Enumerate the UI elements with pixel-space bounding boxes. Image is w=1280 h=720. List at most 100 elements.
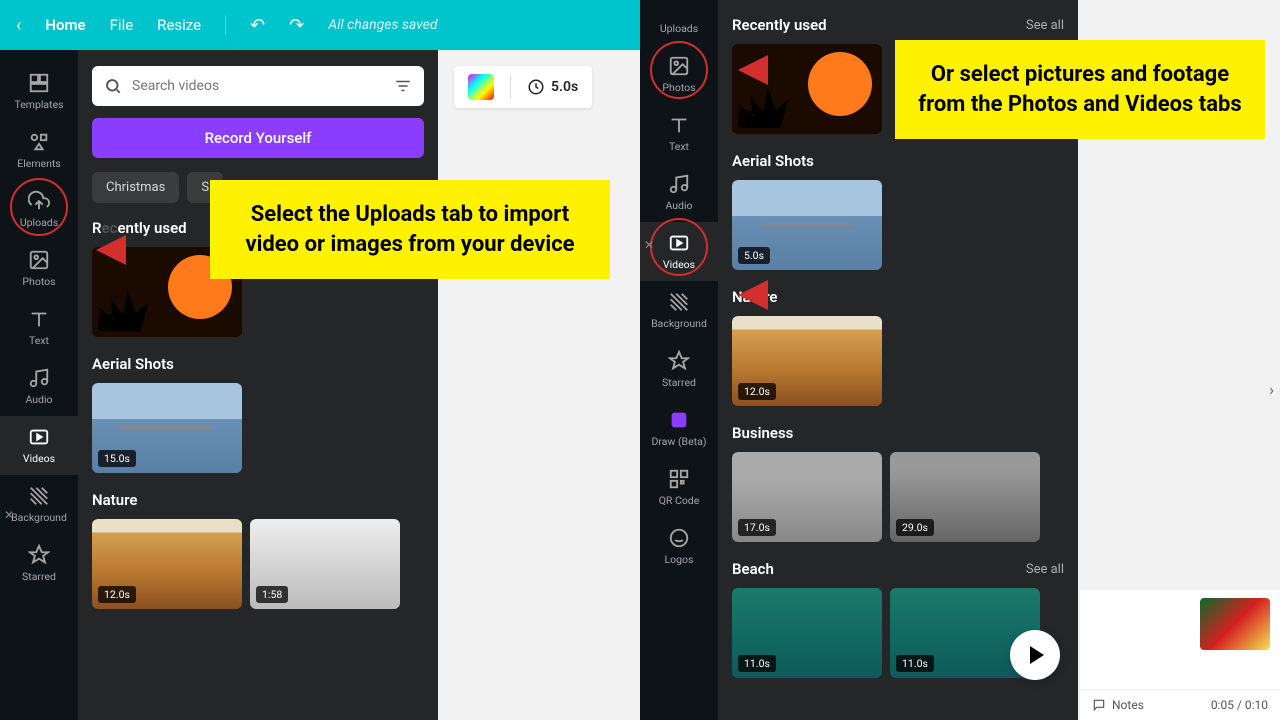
file-menu[interactable]: File (110, 16, 134, 34)
sidebar-starred[interactable]: Starred (0, 534, 78, 593)
duration-badge: 12.0s (738, 383, 776, 400)
arrow-uploads (96, 225, 206, 275)
sidebar-uploads-label: Uploads (660, 22, 698, 35)
left-sidebar: Templates Elements Uploads Photos Text (0, 50, 78, 720)
sidebar-videos[interactable]: Videos (0, 416, 78, 475)
section-beach: Beach (732, 560, 774, 578)
uploads-icon (28, 190, 50, 212)
videos-icon (28, 426, 50, 448)
duration-badge: 12.0s (98, 586, 136, 603)
sidebar-draw[interactable]: Draw (Beta) (640, 399, 718, 458)
sidebar-photos[interactable]: Photos (0, 239, 78, 298)
timeline-clip[interactable] (1200, 598, 1270, 650)
video-thumb[interactable]: 5.0s (732, 180, 882, 270)
chip-christmas[interactable]: Christmas (92, 172, 179, 203)
duration-badge: 11.0s (738, 655, 776, 672)
sidebar-text-label: Text (669, 140, 689, 153)
section-nature: Nature (92, 491, 137, 509)
sidebar-qrcode-label: QR Code (659, 494, 700, 507)
audio-icon (668, 173, 690, 195)
video-panel: Record Yourself Christmas S Recently use… (78, 50, 438, 720)
sidebar-photos-label: Photos (662, 81, 695, 94)
save-status: All changes saved (328, 17, 437, 33)
background-icon (28, 485, 50, 507)
search-input[interactable] (132, 78, 394, 94)
see-all-link[interactable]: See all (1026, 562, 1064, 577)
sidebar-photos[interactable]: Photos (640, 45, 718, 104)
video-thumb[interactable]: 1:58 (250, 519, 400, 609)
photos-icon (668, 55, 690, 77)
color-swatch[interactable] (468, 74, 494, 100)
sidebar-videos-label: Videos (663, 258, 695, 271)
elements-icon (28, 131, 50, 153)
video-thumb[interactable]: 29.0s (890, 452, 1040, 542)
close-panel-icon[interactable]: ✕ (644, 238, 654, 252)
sidebar-templates-label: Templates (14, 98, 63, 111)
sidebar-audio[interactable]: Audio (640, 163, 718, 222)
right-sidebar: Uploads Photos Text Audio Videos (640, 0, 718, 720)
sidebar-background[interactable]: Background (640, 281, 718, 340)
sidebar-background-label: Background (11, 511, 67, 524)
resize-menu[interactable]: Resize (157, 16, 201, 34)
duration-badge: 11.0s (896, 655, 934, 672)
duration-badge: 15.0s (98, 450, 136, 467)
duration-value: 5.0s (551, 79, 578, 95)
text-icon (668, 114, 690, 136)
back-icon[interactable]: ‹ (16, 15, 21, 36)
sidebar-logos[interactable]: Logos (640, 517, 718, 576)
video-thumb[interactable]: 15.0s (92, 383, 242, 473)
sidebar-photos-label: Photos (22, 275, 55, 288)
photos-icon (28, 249, 50, 271)
video-thumb[interactable]: 12.0s (732, 316, 882, 406)
arrow-videos (738, 270, 848, 320)
videos-icon (668, 232, 690, 254)
redo-icon[interactable]: ↷ (289, 15, 304, 36)
separator (510, 75, 511, 99)
undo-icon[interactable]: ↶ (250, 15, 265, 36)
sidebar-templates[interactable]: Templates (0, 62, 78, 121)
duration-badge: 1:58 (256, 586, 288, 603)
duration-badge: 17.0s (738, 519, 776, 536)
home-link[interactable]: Home (45, 16, 85, 34)
sidebar-text[interactable]: Text (640, 104, 718, 163)
duration-badge: 10.0s (738, 111, 776, 128)
sidebar-logos-label: Logos (665, 553, 694, 566)
callout-uploads: Select the Uploads tab to import video o… (210, 180, 610, 279)
scroll-right-icon[interactable]: › (1269, 380, 1274, 399)
logos-icon (668, 527, 690, 549)
timeline: Notes 0:05 / 0:10 (1080, 590, 1280, 720)
section-aerial: Aerial Shots (92, 355, 174, 373)
sidebar-qrcode[interactable]: QR Code (640, 458, 718, 517)
search-bar (92, 66, 424, 106)
sidebar-draw-label: Draw (Beta) (652, 435, 707, 448)
topbar: ‹ Home File Resize ↶ ↷ All changes saved (0, 0, 640, 50)
sidebar-starred[interactable]: Starred (640, 340, 718, 399)
clock-icon (527, 78, 545, 96)
sidebar-audio[interactable]: Audio (0, 357, 78, 416)
video-thumb[interactable]: 17.0s (732, 452, 882, 542)
notes-label: Notes (1112, 698, 1144, 712)
sidebar-audio-label: Audio (25, 393, 52, 406)
sidebar-text[interactable]: Text (0, 298, 78, 357)
canvas-toolbar: 5.0s (454, 66, 592, 108)
record-yourself-button[interactable]: Record Yourself (92, 118, 424, 158)
sidebar-audio-label: Audio (665, 199, 692, 212)
sidebar-background[interactable]: Background (0, 475, 78, 534)
canvas-area: 5.0s (438, 50, 640, 720)
video-thumb[interactable]: 11.0s (732, 588, 882, 678)
sidebar-uploads[interactable]: Uploads (0, 180, 78, 239)
starred-icon (28, 544, 50, 566)
video-thumb[interactable]: 12.0s (92, 519, 242, 609)
starred-icon (668, 350, 690, 372)
sidebar-elements[interactable]: Elements (0, 121, 78, 180)
filter-icon[interactable] (394, 77, 412, 95)
sidebar-uploads[interactable]: Uploads (640, 12, 718, 45)
close-panel-icon[interactable]: ✕ (4, 508, 14, 522)
audio-icon (28, 367, 50, 389)
notes-button[interactable]: Notes (1092, 698, 1144, 712)
see-all-link[interactable]: See all (1026, 18, 1064, 33)
duration-control[interactable]: 5.0s (527, 78, 578, 96)
sidebar-background-label: Background (651, 317, 707, 330)
timeline-time: 0:05 / 0:10 (1211, 698, 1268, 712)
play-button[interactable] (1010, 630, 1060, 680)
